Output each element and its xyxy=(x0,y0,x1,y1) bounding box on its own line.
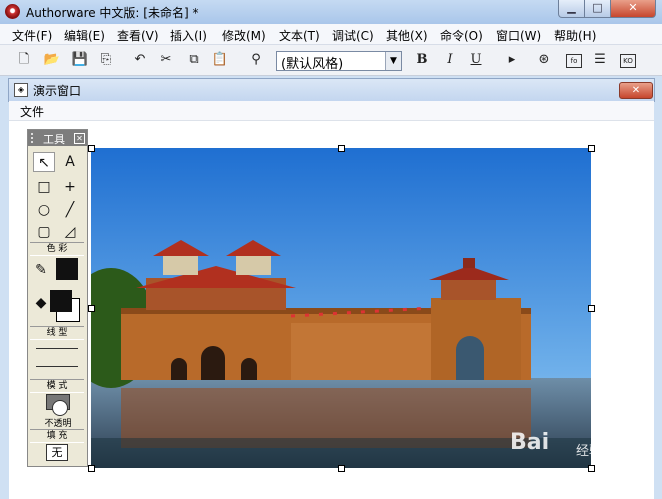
window-title: Authorware 中文版: [未命名] * xyxy=(26,6,199,20)
gate-image[interactable] xyxy=(91,148,591,468)
ellipse-tool-icon[interactable]: ○ xyxy=(33,200,55,220)
fill-section-label: 填 充 xyxy=(30,429,84,443)
toolbar: 🗋 📂 💾 ⎘ ↶ ✂ ⧉ 📋 ⚲ (默认风格) ▼ B I U ▸ ⊛ fo … xyxy=(0,45,662,76)
tool-palette-titlebar[interactable]: 工具 ✕ xyxy=(28,130,87,146)
bold-button[interactable]: B xyxy=(412,50,432,70)
text-tool-icon[interactable]: A xyxy=(59,152,81,172)
mode-value: 不透明 xyxy=(44,419,72,429)
selection-handle[interactable] xyxy=(88,145,95,152)
presentation-menu-file[interactable]: 文件 xyxy=(20,103,44,120)
line-section-label: 线 型 xyxy=(30,326,84,340)
import-icon[interactable]: ⎘ xyxy=(96,50,116,70)
menubar: 文件(F) 编辑(E) 查看(V) 插入(I) 修改(M) 文本(T) 调试(C… xyxy=(0,24,662,45)
control-panel-icon[interactable]: ⊛ xyxy=(534,50,554,70)
presentation-close-button[interactable]: ✕ xyxy=(619,82,653,99)
selection-handle[interactable] xyxy=(588,305,595,312)
line-style-sample[interactable] xyxy=(36,366,78,367)
restart-icon[interactable]: ▸ xyxy=(502,50,522,70)
presentation-window-titlebar: ◈ 演示窗口 ✕ xyxy=(8,78,655,102)
text-style-select[interactable]: (默认风格) ▼ xyxy=(276,51,402,72)
menu-other[interactable]: 其他(X) xyxy=(386,27,428,44)
underline-button[interactable]: U xyxy=(466,50,486,70)
chevron-down-icon[interactable]: ▼ xyxy=(385,52,401,70)
selection-handle[interactable] xyxy=(88,465,95,472)
baidu-watermark: Bai xyxy=(510,430,550,455)
pointer-tool-icon[interactable]: ↖ xyxy=(33,152,55,172)
grip-icon[interactable] xyxy=(31,133,38,143)
close-icon[interactable]: ✕ xyxy=(74,133,85,144)
menu-window[interactable]: 窗口(W) xyxy=(496,27,541,44)
minimize-button[interactable]: ▁ xyxy=(558,0,585,18)
presentation-window-icon: ◈ xyxy=(14,83,28,97)
line-style-sample[interactable] xyxy=(36,348,78,349)
variables-icon[interactable]: ☰ xyxy=(590,50,610,70)
menu-edit[interactable]: 编辑(E) xyxy=(64,27,105,44)
cut-icon[interactable]: ✂ xyxy=(156,50,176,70)
menu-insert[interactable]: 插入(I) xyxy=(170,27,207,44)
diagonal-line-tool-icon[interactable]: ╱ xyxy=(59,200,81,220)
italic-button[interactable]: I xyxy=(440,50,460,70)
menu-help[interactable]: 帮助(H) xyxy=(554,27,596,44)
color-section-label: 色 彩 xyxy=(30,242,84,256)
line-tool-icon[interactable]: + xyxy=(59,177,81,197)
close-button[interactable]: ✕ xyxy=(610,0,656,18)
new-file-icon[interactable]: 🗋 xyxy=(14,50,34,70)
tool-palette: 工具 ✕ ↖ A □ + ○ ╱ ▢ ◿ 色 彩 ✎ ◆ 线 型 模 式 不透明… xyxy=(27,129,88,467)
selection-handle[interactable] xyxy=(88,305,95,312)
mode-circle-icon xyxy=(52,400,68,416)
find-icon[interactable]: ⚲ xyxy=(246,50,266,70)
presentation-window-title: 演示窗口 xyxy=(33,84,82,98)
tool-palette-title: 工具 xyxy=(43,133,65,146)
polygon-tool-icon[interactable]: ◿ xyxy=(59,222,81,242)
title-bar: Authorware 中文版: [未命名] * ▁ □ ✕ xyxy=(0,0,662,24)
menu-modify[interactable]: 修改(M) xyxy=(222,27,266,44)
open-file-icon[interactable]: 📂 xyxy=(42,50,62,70)
menu-view[interactable]: 查看(V) xyxy=(117,27,159,44)
presentation-menubar: 文件 xyxy=(9,101,654,121)
fill-bucket-icon: ◆ xyxy=(35,295,47,311)
selection-handle[interactable] xyxy=(588,145,595,152)
selection-handle[interactable] xyxy=(338,465,345,472)
undo-icon[interactable]: ↶ xyxy=(130,50,150,70)
copy-icon[interactable]: ⧉ xyxy=(184,50,204,70)
paste-icon[interactable]: 📋 xyxy=(210,50,230,70)
rectangle-tool-icon[interactable]: □ xyxy=(33,177,55,197)
selection-handle[interactable] xyxy=(588,465,595,472)
baidu-watermark-sub: 经验 xyxy=(576,444,603,459)
selection-handle[interactable] xyxy=(338,145,345,152)
maximize-button[interactable]: □ xyxy=(584,0,611,18)
menu-debug[interactable]: 调试(C) xyxy=(332,27,374,44)
foreground-color-swatch[interactable] xyxy=(50,290,72,312)
knowledge-objects-button[interactable]: KO xyxy=(620,54,636,68)
line-color-swatch[interactable] xyxy=(56,258,78,280)
menu-command[interactable]: 命令(O) xyxy=(440,27,483,44)
menu-text[interactable]: 文本(T) xyxy=(279,27,320,44)
text-style-value: (默认风格) xyxy=(281,57,344,72)
mode-section-label: 模 式 xyxy=(30,379,84,393)
authorware-app-icon[interactable] xyxy=(5,4,20,19)
menu-file[interactable]: 文件(F) xyxy=(12,27,52,44)
fill-value[interactable]: 无 xyxy=(46,444,68,461)
functions-button[interactable]: fo xyxy=(566,54,582,68)
save-all-icon[interactable]: 💾 xyxy=(70,50,90,70)
pencil-icon: ✎ xyxy=(35,262,47,278)
rounded-rect-tool-icon[interactable]: ▢ xyxy=(33,222,55,242)
